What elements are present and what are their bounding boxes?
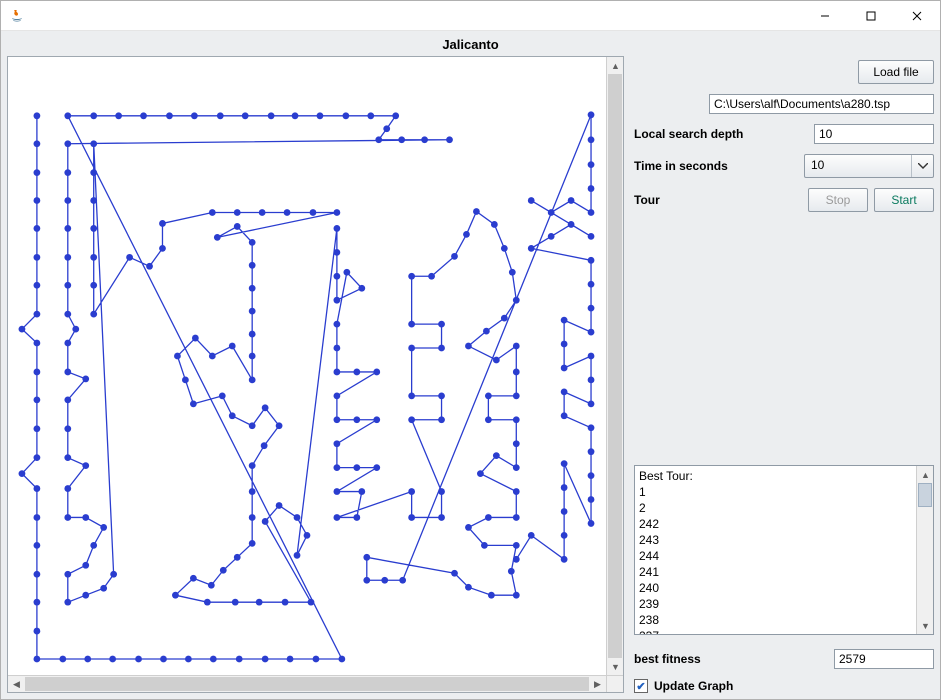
tour-output-text[interactable]: Best Tour: 1 2 242 243 244 241 240 239 2… <box>635 466 916 634</box>
graph-horizontal-scrollbar[interactable]: ◀ ▶ <box>8 675 623 692</box>
time-combo[interactable]: 10 <box>804 154 934 178</box>
titlebar <box>1 1 940 31</box>
close-button[interactable] <box>894 1 940 31</box>
maximize-button[interactable] <box>848 1 894 31</box>
java-icon <box>9 8 25 24</box>
local-search-label: Local search depth <box>634 127 814 141</box>
app-title: Jalicanto <box>7 35 934 56</box>
scroll-down-icon[interactable]: ▼ <box>917 617 934 634</box>
minimize-button[interactable] <box>802 1 848 31</box>
time-label: Time in seconds <box>634 159 804 173</box>
stop-button[interactable]: Stop <box>808 188 868 212</box>
time-combo-value: 10 <box>805 155 911 177</box>
start-button[interactable]: Start <box>874 188 934 212</box>
load-file-button[interactable]: Load file <box>858 60 934 84</box>
graph-canvas[interactable] <box>8 57 606 675</box>
controls-panel: Load file Local search depth Time in sec… <box>634 56 934 693</box>
tour-label: Tour <box>634 193 808 207</box>
scroll-down-icon[interactable]: ▼ <box>607 658 624 675</box>
scroll-right-icon[interactable]: ▶ <box>589 676 606 693</box>
graph-panel: ▲ ▼ ◀ ▶ <box>7 56 624 693</box>
best-fitness-label: best fitness <box>634 652 834 666</box>
scroll-left-icon[interactable]: ◀ <box>8 676 25 693</box>
update-graph-label: Update Graph <box>654 679 733 693</box>
content-pane: Jalicanto ▲ ▼ ◀ ▶ <box>1 31 940 699</box>
scroll-up-icon[interactable]: ▲ <box>917 466 934 483</box>
tour-vertical-scrollbar[interactable]: ▲ ▼ <box>916 466 933 634</box>
update-graph-row[interactable]: ✔ Update Graph <box>634 679 934 693</box>
scroll-up-icon[interactable]: ▲ <box>607 57 624 74</box>
best-fitness-field[interactable] <box>834 649 934 669</box>
file-path-field[interactable] <box>709 94 934 114</box>
local-search-input[interactable] <box>814 124 934 144</box>
chevron-down-icon <box>911 155 933 177</box>
update-graph-checkbox[interactable]: ✔ <box>634 679 648 693</box>
graph-vertical-scrollbar[interactable]: ▲ ▼ <box>606 57 623 675</box>
tour-output-area: Best Tour: 1 2 242 243 244 241 240 239 2… <box>634 465 934 635</box>
app-window: Jalicanto ▲ ▼ ◀ ▶ <box>0 0 941 700</box>
